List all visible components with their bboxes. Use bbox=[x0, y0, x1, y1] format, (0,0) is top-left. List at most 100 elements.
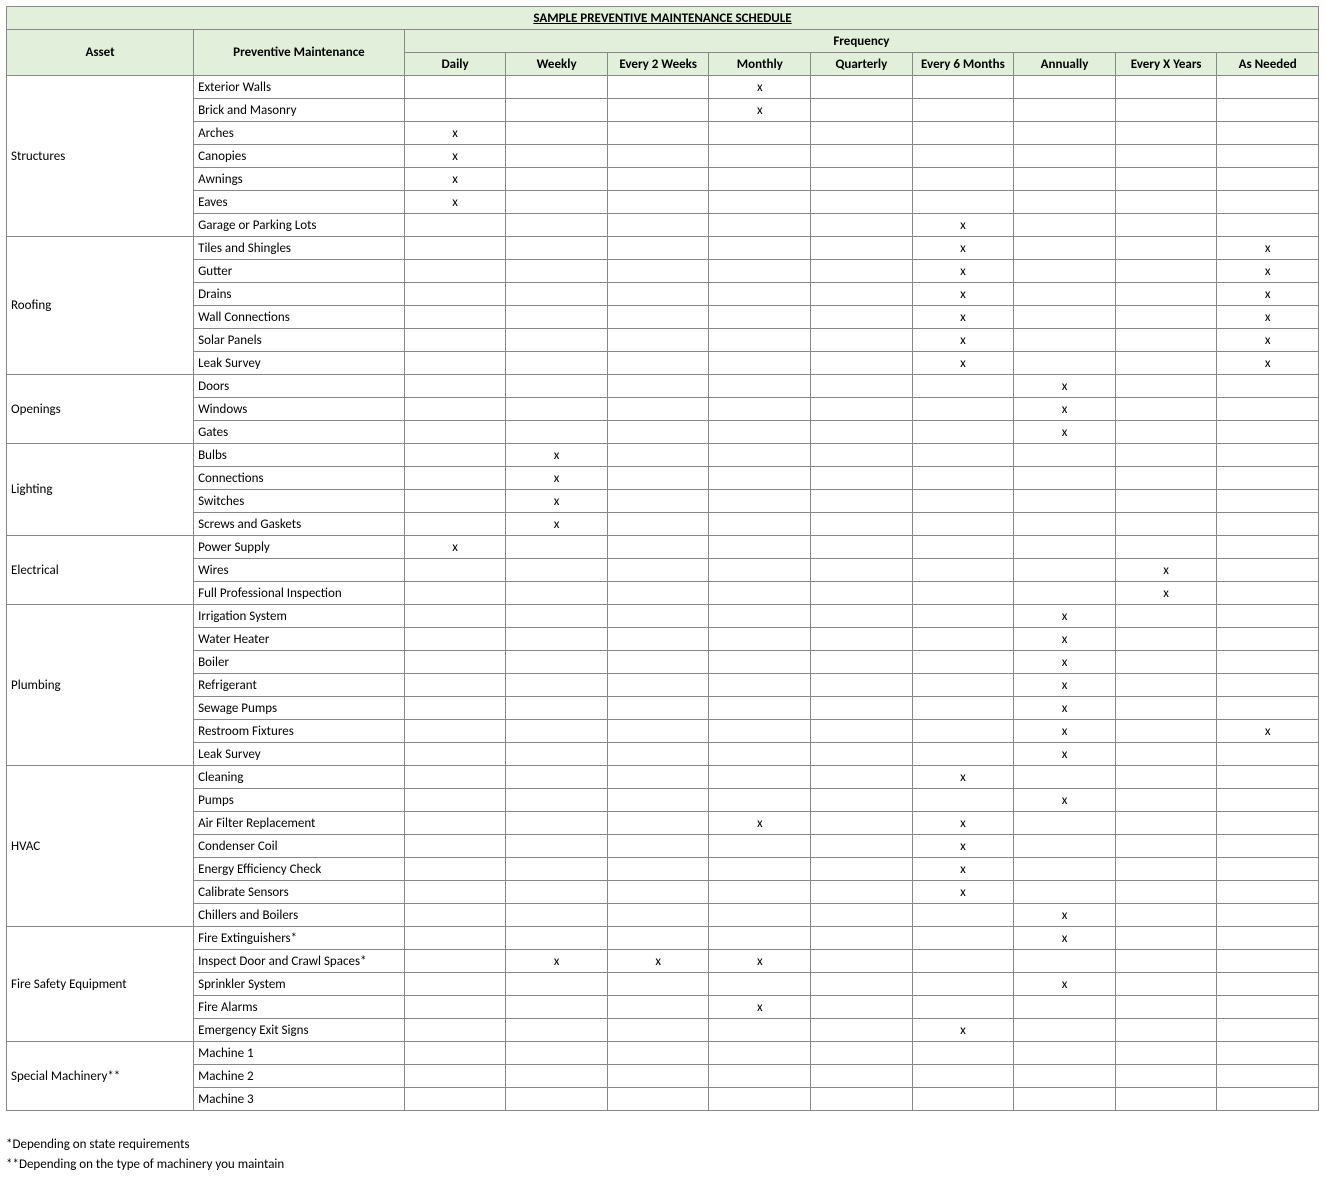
freq-cell bbox=[506, 812, 608, 835]
freq-cell bbox=[912, 743, 1014, 766]
freq-cell bbox=[506, 99, 608, 122]
freq-cell bbox=[607, 444, 709, 467]
freq-cell bbox=[404, 260, 506, 283]
freq-cell bbox=[811, 1065, 913, 1088]
freq-cell bbox=[506, 76, 608, 99]
freq-cell bbox=[404, 927, 506, 950]
table-row: OpeningsDoorsx bbox=[7, 375, 1319, 398]
pm-cell: Power Supply bbox=[194, 536, 405, 559]
pm-cell: Doors bbox=[194, 375, 405, 398]
header-freq-col: Annually bbox=[1014, 53, 1116, 76]
freq-cell bbox=[709, 283, 811, 306]
freq-cell bbox=[1217, 904, 1319, 927]
table-row: Solar Panelsxx bbox=[7, 329, 1319, 352]
freq-cell bbox=[607, 1065, 709, 1088]
freq-cell bbox=[404, 490, 506, 513]
freq-cell: x bbox=[912, 283, 1014, 306]
freq-cell bbox=[1115, 536, 1217, 559]
freq-cell bbox=[404, 1019, 506, 1042]
header-freq-col: Every 2 Weeks bbox=[607, 53, 709, 76]
freq-cell bbox=[607, 881, 709, 904]
freq-cell bbox=[912, 375, 1014, 398]
pm-cell: Switches bbox=[194, 490, 405, 513]
freq-cell bbox=[1014, 444, 1116, 467]
freq-cell bbox=[1115, 283, 1217, 306]
freq-cell bbox=[912, 122, 1014, 145]
table-row: Wiresx bbox=[7, 559, 1319, 582]
freq-cell bbox=[709, 329, 811, 352]
freq-cell: x bbox=[1014, 674, 1116, 697]
freq-cell bbox=[506, 1019, 608, 1042]
freq-cell bbox=[1217, 950, 1319, 973]
freq-cell bbox=[1014, 1042, 1116, 1065]
freq-cell bbox=[607, 99, 709, 122]
pm-cell: Drains bbox=[194, 283, 405, 306]
freq-cell bbox=[506, 605, 608, 628]
freq-cell bbox=[1217, 375, 1319, 398]
freq-cell bbox=[709, 444, 811, 467]
freq-cell bbox=[607, 904, 709, 927]
freq-cell: x bbox=[1115, 559, 1217, 582]
freq-cell bbox=[1014, 191, 1116, 214]
freq-cell bbox=[607, 352, 709, 375]
freq-cell: x bbox=[1014, 398, 1116, 421]
freq-cell bbox=[404, 214, 506, 237]
freq-cell bbox=[607, 260, 709, 283]
freq-cell bbox=[506, 283, 608, 306]
freq-cell bbox=[1014, 237, 1116, 260]
pm-cell: Fire Extinguishers* bbox=[194, 927, 405, 950]
freq-cell bbox=[506, 927, 608, 950]
freq-cell bbox=[1115, 444, 1217, 467]
footnote-1: *Depending on state requirements bbox=[6, 1135, 1319, 1155]
pm-cell: Energy Efficiency Check bbox=[194, 858, 405, 881]
freq-cell bbox=[709, 605, 811, 628]
freq-cell bbox=[1115, 973, 1217, 996]
freq-cell bbox=[1014, 122, 1116, 145]
freq-cell bbox=[1217, 651, 1319, 674]
freq-cell bbox=[506, 168, 608, 191]
freq-cell bbox=[912, 99, 1014, 122]
freq-cell: x bbox=[404, 191, 506, 214]
freq-cell bbox=[1115, 145, 1217, 168]
freq-cell bbox=[709, 881, 811, 904]
freq-cell bbox=[1115, 674, 1217, 697]
freq-cell bbox=[811, 674, 913, 697]
freq-cell bbox=[1217, 536, 1319, 559]
freq-cell bbox=[1217, 214, 1319, 237]
header-freq-col: Weekly bbox=[506, 53, 608, 76]
freq-cell bbox=[506, 720, 608, 743]
freq-cell bbox=[1115, 1019, 1217, 1042]
freq-cell bbox=[1217, 99, 1319, 122]
freq-cell bbox=[811, 1042, 913, 1065]
freq-cell bbox=[1217, 582, 1319, 605]
freq-cell: x bbox=[1014, 904, 1116, 927]
table-row: HVACCleaningx bbox=[7, 766, 1319, 789]
freq-cell bbox=[1014, 306, 1116, 329]
freq-cell bbox=[607, 490, 709, 513]
table-row: Machine 2 bbox=[7, 1065, 1319, 1088]
freq-cell bbox=[811, 766, 913, 789]
freq-cell bbox=[607, 467, 709, 490]
freq-cell bbox=[811, 283, 913, 306]
freq-cell: x bbox=[1217, 720, 1319, 743]
freq-cell: x bbox=[1217, 237, 1319, 260]
freq-cell bbox=[811, 789, 913, 812]
freq-cell bbox=[709, 375, 811, 398]
freq-cell bbox=[811, 697, 913, 720]
freq-cell bbox=[811, 628, 913, 651]
freq-cell bbox=[506, 559, 608, 582]
freq-cell bbox=[811, 306, 913, 329]
freq-cell bbox=[506, 1065, 608, 1088]
freq-cell bbox=[811, 720, 913, 743]
freq-cell bbox=[607, 674, 709, 697]
freq-cell bbox=[404, 973, 506, 996]
freq-cell bbox=[607, 812, 709, 835]
freq-cell bbox=[607, 1088, 709, 1111]
header-freq-col: Every X Years bbox=[1115, 53, 1217, 76]
freq-cell bbox=[912, 904, 1014, 927]
freq-cell bbox=[811, 950, 913, 973]
freq-cell bbox=[709, 490, 811, 513]
freq-cell bbox=[506, 421, 608, 444]
freq-cell: x bbox=[1217, 352, 1319, 375]
freq-cell bbox=[1115, 789, 1217, 812]
